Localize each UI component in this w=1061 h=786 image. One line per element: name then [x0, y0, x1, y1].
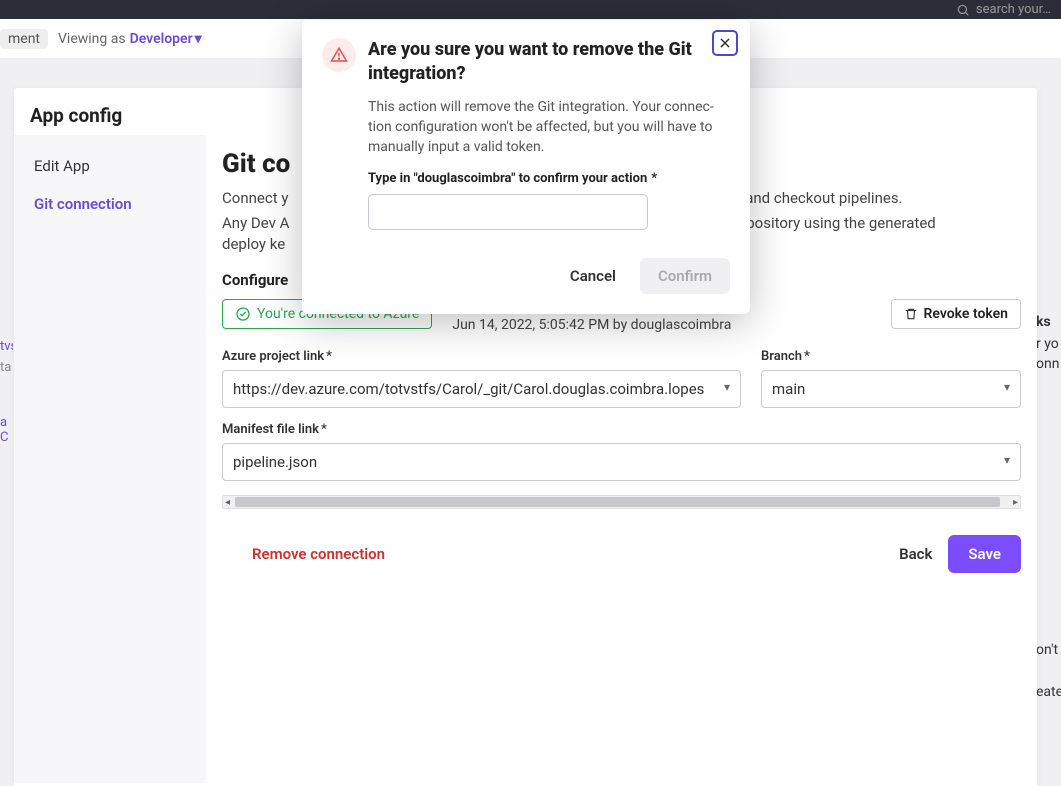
revoke-token-button[interactable]: Revoke token [891, 299, 1022, 329]
search-placeholder: search your… [976, 2, 1051, 17]
branch-label: Branch* [761, 349, 1021, 364]
sidenav-git-connection[interactable]: Git connection [14, 185, 206, 223]
manifest-link-select[interactable]: pipeline.json [222, 443, 1021, 481]
sidenav-edit-app[interactable]: Edit App [14, 147, 206, 185]
horizontal-scrollbar[interactable]: ◂ ▸ [222, 495, 1021, 509]
trash-icon [904, 307, 918, 321]
modal-confirm-label: Type in "douglascoimbra" to confirm your… [368, 171, 730, 186]
save-button[interactable]: Save [948, 535, 1021, 573]
chevron-down-icon: ▾ [195, 31, 202, 47]
modal-close-button[interactable] [712, 30, 738, 56]
check-circle-icon [235, 306, 251, 322]
modal-title: Are you sure you want to remove the Git … [368, 38, 730, 87]
env-badge: ment [0, 29, 48, 49]
search-icon [956, 3, 970, 17]
azure-link-label: Azure project link* [222, 349, 741, 364]
global-search[interactable]: search your… [956, 2, 1051, 17]
left-cutoff-text: tvs ta a C [0, 59, 13, 786]
auth-meta: Jun 14, 2022, 5:05:42 PM by douglascoimb… [452, 317, 731, 333]
modal-description: This action will remove the Git integrat… [368, 97, 730, 158]
azure-link-select[interactable]: https://dev.azure.com/totvstfs/Carol/_gi… [222, 370, 741, 408]
back-button[interactable]: Back [883, 535, 948, 573]
confirm-remove-modal: Are you sure you want to remove the Git … [302, 20, 750, 314]
modal-cancel-button[interactable]: Cancel [556, 258, 630, 294]
viewing-as-label: Viewing as [58, 31, 126, 47]
scrollbar-thumb[interactable] [235, 497, 1000, 507]
manifest-link-label: Manifest file link* [222, 422, 1021, 437]
close-icon [718, 36, 732, 50]
panel-sidenav: Edit App Git connection [14, 135, 206, 783]
role-dropdown[interactable]: Developer ▾ [130, 31, 202, 47]
modal-confirm-input[interactable] [368, 194, 648, 230]
scroll-left-icon[interactable]: ◂ [225, 496, 230, 510]
remove-connection-link[interactable]: Remove connection [252, 545, 385, 563]
warning-icon [322, 38, 356, 72]
modal-confirm-button[interactable]: Confirm [640, 258, 730, 294]
app-topbar: search your… [0, 0, 1061, 19]
scroll-right-icon[interactable]: ▸ [1013, 496, 1018, 510]
right-cutoff-text: ks r yo onn on't eate [1036, 59, 1061, 786]
branch-select[interactable]: main [761, 370, 1021, 408]
